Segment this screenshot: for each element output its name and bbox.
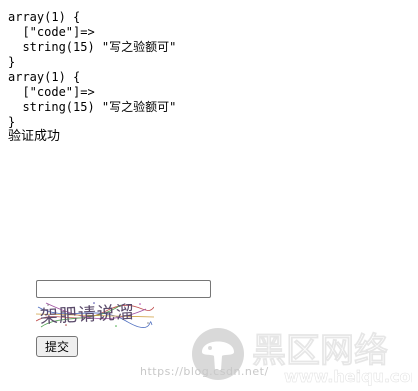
verification-result: 验证成功 — [8, 129, 61, 144]
watermark-brand-text: 黑区网络 — [252, 331, 388, 371]
watermark-site-text: www.heiqu.com — [284, 367, 412, 386]
submit-button[interactable]: 提交 — [36, 336, 78, 357]
var-dump-1: array(1) { ["code"]=> string(15) "写之验额可"… — [8, 10, 177, 69]
captcha-code-input[interactable] — [36, 280, 211, 298]
watermark-url-text: https://blog.csdn.net/ — [140, 365, 269, 378]
var-dump-2: array(1) { ["code"]=> string(15) "写之验额可"… — [8, 70, 177, 129]
captcha-image[interactable]: 架肥请说溜 — [36, 299, 154, 329]
